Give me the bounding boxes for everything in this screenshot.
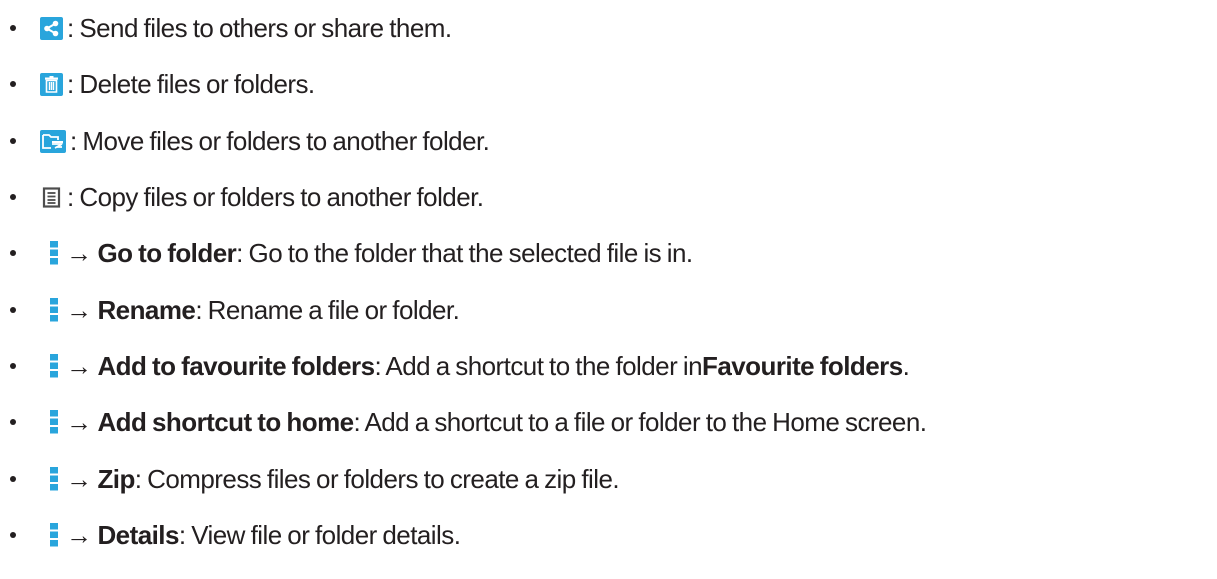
list-item-copy: : Copy files or folders to another folde… [0,177,484,217]
menu-dots-icon [48,353,60,379]
arrow: → [66,294,92,325]
item-description-end: . [902,350,910,381]
item-description: : Rename a file or folder. [195,294,460,325]
bullet [10,25,16,31]
bullet [10,194,16,200]
item-term: Rename [97,294,196,325]
list-item-zip: → Zip : Compress files or folders to cre… [0,459,620,499]
bullet [10,250,16,256]
list-item-go-to-folder: → Go to folder : Go to the folder that t… [0,233,693,273]
item-description: : Compress files or folders to create a … [134,463,620,494]
item-description: : Copy files or folders to another folde… [67,181,484,212]
bullet [10,419,16,425]
menu-dots-icon [48,522,60,548]
trash-icon [40,72,63,96]
arrow: → [66,406,92,437]
copy-icon [40,185,63,209]
arrow: → [66,519,92,550]
list-item-add-to-favourites: → Add to favourite folders : Add a short… [0,346,910,386]
item-description: : Send files to others or share them. [67,12,452,43]
list-item-move: : Move files or folders to another folde… [0,121,490,161]
bullet [10,81,16,87]
bullet [10,363,16,369]
item-term: Details [97,519,179,550]
menu-dots-icon [48,297,60,323]
item-description: : Add a shortcut to a file or folder to … [353,406,927,437]
bullet [10,307,16,313]
item-term-secondary: Favourite folders [702,350,903,381]
item-description: : Add a shortcut to the folder in [374,350,703,381]
arrow: → [66,237,92,268]
item-description: : Delete files or folders. [67,68,315,99]
menu-dots-icon [48,466,60,492]
bullet [10,138,16,144]
move-folder-icon [40,129,66,153]
list-item-delete: : Delete files or folders. [0,64,315,104]
arrow: → [66,463,92,494]
share-icon [40,16,63,40]
list-item-details: → Details : View file or folder details. [0,515,461,555]
list-item-share: : Send files to others or share them. [0,8,452,48]
menu-dots-icon [48,409,60,435]
item-term: Go to folder [97,237,237,268]
item-description: : Move files or folders to another folde… [70,125,490,156]
item-term: Add shortcut to home [97,406,354,437]
list-item-rename: → Rename : Rename a file or folder. [0,290,460,330]
item-description: : View file or folder details. [178,519,461,550]
item-term: Add to favourite folders [97,350,375,381]
bullet [10,532,16,538]
arrow: → [66,350,92,381]
menu-dots-icon [48,240,60,266]
item-description: : Go to the folder that the selected fil… [236,237,693,268]
bullet [10,476,16,482]
item-term: Zip [97,463,135,494]
list-item-add-shortcut: → Add shortcut to home : Add a shortcut … [0,402,927,442]
